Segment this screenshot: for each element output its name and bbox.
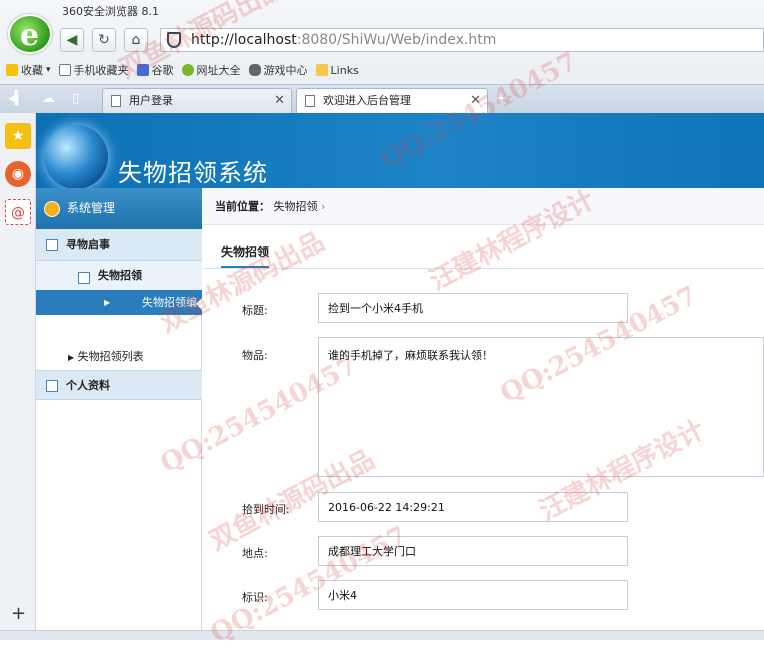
new-tab-button[interactable]: + [492, 89, 512, 109]
content-tab-header: 失物招领 [203, 225, 764, 269]
place-field[interactable] [318, 536, 628, 566]
list-icon [78, 272, 90, 284]
arrow-right-icon: ▶ [68, 353, 75, 362]
browser-tab-bar: ◂▍ ☁ ▯ 用户登录 ✕ 欢迎进入后台管理 ✕ + [0, 84, 764, 113]
tab-user-login[interactable]: 用户登录 ✕ [102, 88, 292, 113]
bookmark-mobile[interactable]: 手机收藏夹 [58, 60, 129, 80]
tag-label: 标识: [242, 591, 268, 604]
app-sidebar: 系统管理 寻物启事 失物招领 ▶ 失物招领编 ▶ 失物招领列表 个人资料 [36, 188, 202, 640]
bookmark-google[interactable]: 谷歌 [136, 60, 174, 80]
sidebar-sub-lostfound[interactable]: 失物招领 [36, 261, 202, 290]
close-icon[interactable]: ✕ [274, 89, 285, 112]
place-label: 地点: [242, 547, 268, 560]
status-bar [0, 630, 764, 640]
settings-icon [44, 201, 60, 217]
shield-icon [167, 32, 181, 48]
browser-logo-icon: e [8, 14, 52, 54]
globe-icon [181, 64, 194, 76]
device-icon[interactable]: ▯ [72, 91, 79, 106]
bookmark-games[interactable]: 游戏中心 [248, 60, 308, 80]
close-icon[interactable]: ✕ [470, 89, 481, 112]
favorites-star-icon[interactable]: ★ [5, 123, 31, 149]
bookmark-sites[interactable]: 网址大全 [181, 60, 241, 80]
app-banner: 失物招领系统 [36, 113, 764, 188]
address-url[interactable]: http://localhost:8080/ShiWu/Web/index.ht… [191, 32, 496, 48]
title-field[interactable] [318, 293, 628, 323]
page-icon [58, 64, 71, 76]
list-icon [46, 239, 58, 251]
google-icon [136, 64, 149, 76]
home-icon[interactable]: ⌂ [124, 28, 148, 52]
sidebar-toggle-icon[interactable]: ◂▍ [8, 91, 25, 106]
bookmark-links[interactable]: Links [315, 60, 359, 80]
email-icon[interactable]: @ [5, 199, 31, 225]
browser-side-toolbar: ★ ◉ @ + [0, 113, 36, 640]
page-icon [111, 95, 121, 107]
weibo-icon[interactable]: ◉ [5, 161, 31, 187]
list-icon [46, 380, 58, 392]
refresh-icon[interactable]: ↻ [92, 28, 116, 52]
tab-lostfound[interactable]: 失物招领 [221, 243, 270, 268]
browser-chrome: e 360安全浏览器 8.1 ◀ ↻ ⌂ http://localhost:80… [0, 0, 764, 113]
item-description-field[interactable]: 谁的手机掉了，麻烦联系我认领！ [318, 337, 764, 477]
found-time-field[interactable] [318, 492, 628, 522]
globe-logo-icon [44, 125, 108, 188]
arrow-right-icon: ▶ [104, 298, 111, 307]
bookmark-favorites[interactable]: 收藏 ▾ [6, 60, 51, 80]
item-label: 物品: [242, 349, 268, 362]
breadcrumb-current[interactable]: 失物招领 [274, 200, 318, 213]
add-icon[interactable]: + [11, 603, 26, 624]
gamepad-icon [248, 64, 261, 76]
browser-title: 360安全浏览器 8.1 [62, 5, 159, 18]
sidebar-item-edit[interactable]: ▶ 失物招领编 [36, 290, 202, 315]
cloud-icon[interactable]: ☁ [42, 91, 55, 106]
time-label: 拾到时间: [242, 503, 290, 516]
tab-admin[interactable]: 欢迎进入后台管理 ✕ [296, 88, 488, 113]
sidebar-item-list[interactable]: ▶ 失物招领列表 [68, 348, 144, 364]
page-icon [305, 95, 315, 107]
tag-field[interactable] [318, 580, 628, 610]
app-title: 失物招领系统 [118, 159, 268, 187]
title-label: 标题: [242, 304, 268, 317]
address-bar[interactable]: http://localhost:8080/ShiWu/Web/index.ht… [160, 28, 764, 52]
sidebar-section-profile[interactable]: 个人资料 [36, 370, 202, 400]
bookmarks-bar: 收藏 ▾ 手机收藏夹 谷歌 网址大全 游戏中心 Links [6, 60, 359, 80]
sidebar-section-lost[interactable]: 寻物启事 [36, 229, 202, 261]
breadcrumb: 当前位置： 失物招领 › [203, 188, 764, 225]
back-arrow-icon[interactable]: ◀ [60, 28, 84, 52]
sidebar-header[interactable]: 系统管理 [36, 188, 202, 229]
star-icon [6, 64, 18, 76]
folder-icon [315, 64, 328, 76]
active-pointer [196, 298, 202, 310]
